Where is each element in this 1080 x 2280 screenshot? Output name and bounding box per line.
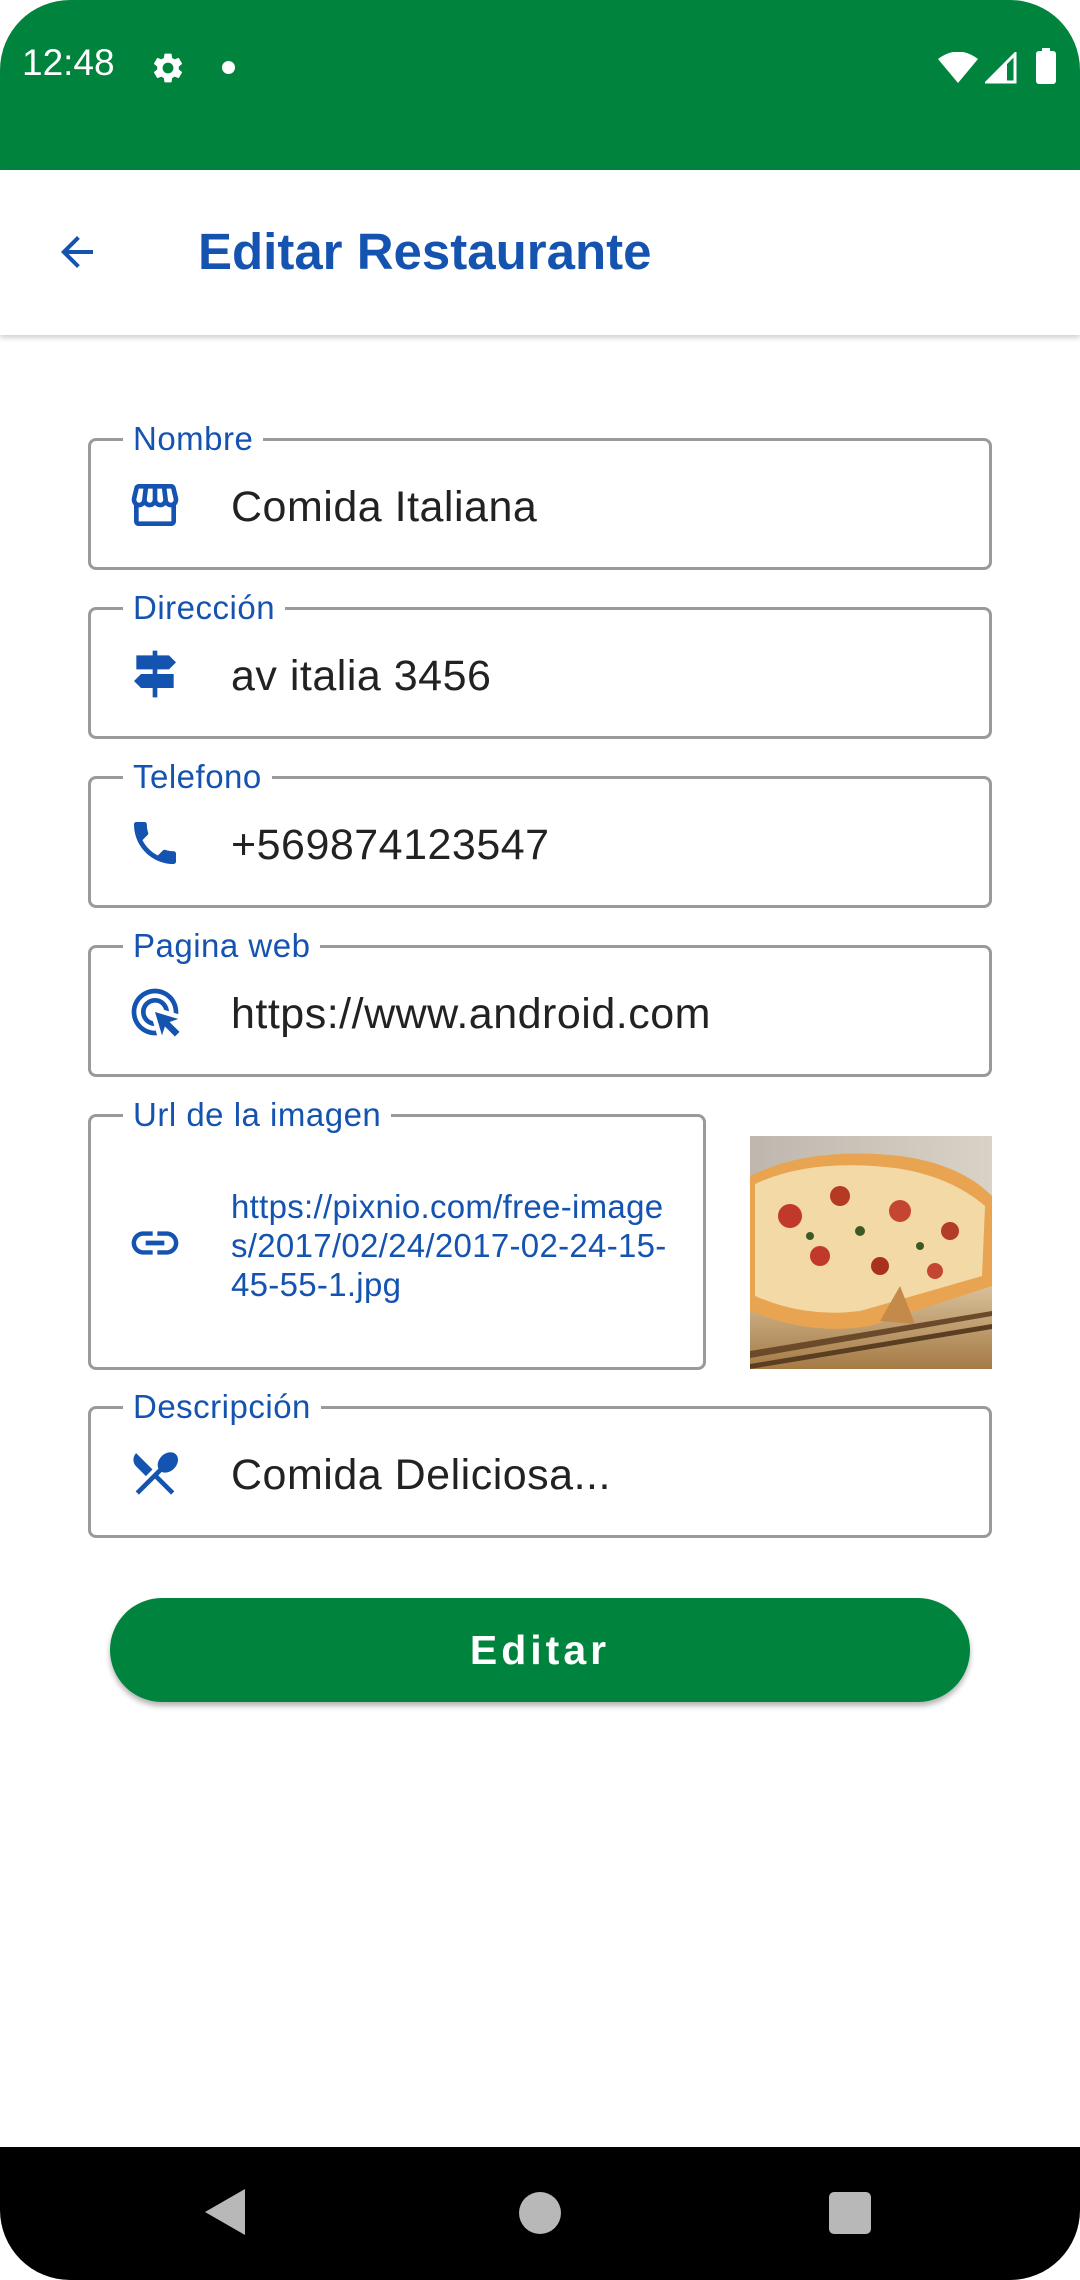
- nav-back-icon[interactable]: [205, 2189, 245, 2235]
- url-imagen-label: Url de la imagen: [123, 1095, 392, 1135]
- nombre-label: Nombre: [123, 419, 264, 459]
- battery-icon: [1036, 48, 1056, 84]
- signpost-icon: [134, 650, 176, 698]
- status-time: 12:48: [22, 42, 115, 83]
- arrow-back-icon: [61, 236, 93, 268]
- page-title: Editar Restaurante: [198, 223, 652, 280]
- descripcion-label: Descripción: [123, 1387, 321, 1427]
- telefono-field[interactable]: Telefono +569874123547: [88, 757, 992, 908]
- status-bar: 12:48: [0, 0, 1080, 170]
- nombre-input[interactable]: Comida Italiana: [231, 483, 537, 532]
- pagina-web-field[interactable]: Pagina web https://www.android.com: [88, 926, 992, 1077]
- editar-button[interactable]: Editar: [110, 1598, 970, 1702]
- back-button[interactable]: [45, 220, 109, 284]
- telefono-label: Telefono: [123, 757, 272, 797]
- system-nav-bar: [0, 2147, 1080, 2280]
- direccion-input[interactable]: av italia 3456: [231, 652, 491, 701]
- restaurant-icon: [133, 1452, 179, 1495]
- wifi-icon: [938, 52, 978, 83]
- settings-gear-icon: [153, 53, 183, 83]
- direccion-label: Dirección: [123, 588, 286, 628]
- nav-home-icon[interactable]: [519, 2192, 561, 2234]
- pagina-web-label: Pagina web: [123, 926, 321, 966]
- cell-signal-icon: [985, 52, 1017, 84]
- phone-icon: [134, 822, 176, 864]
- nav-recents-icon[interactable]: [829, 2192, 871, 2234]
- telefono-input[interactable]: +569874123547: [231, 821, 550, 870]
- link-icon: [131, 1231, 179, 1255]
- direccion-field[interactable]: Dirección av italia 3456: [88, 588, 992, 739]
- storefront-icon: [131, 484, 179, 526]
- ads-click-icon: [131, 988, 180, 1037]
- notification-dot-icon: [222, 61, 235, 74]
- descripcion-field[interactable]: Descripción Comida Deliciosa...: [88, 1387, 992, 1538]
- descripcion-input[interactable]: Comida Deliciosa...: [231, 1451, 611, 1500]
- nombre-field[interactable]: Nombre Comida Italiana: [88, 419, 992, 570]
- app-bar: Editar Restaurante: [0, 170, 1080, 335]
- pagina-web-input[interactable]: https://www.android.com: [231, 990, 711, 1039]
- restaurant-image-preview: [750, 1136, 992, 1369]
- url-imagen-input[interactable]: https://pixnio.com/free-images/2017/02/2…: [231, 1187, 671, 1304]
- url-imagen-field[interactable]: Url de la imagen https://pixnio.com/free…: [88, 1095, 706, 1370]
